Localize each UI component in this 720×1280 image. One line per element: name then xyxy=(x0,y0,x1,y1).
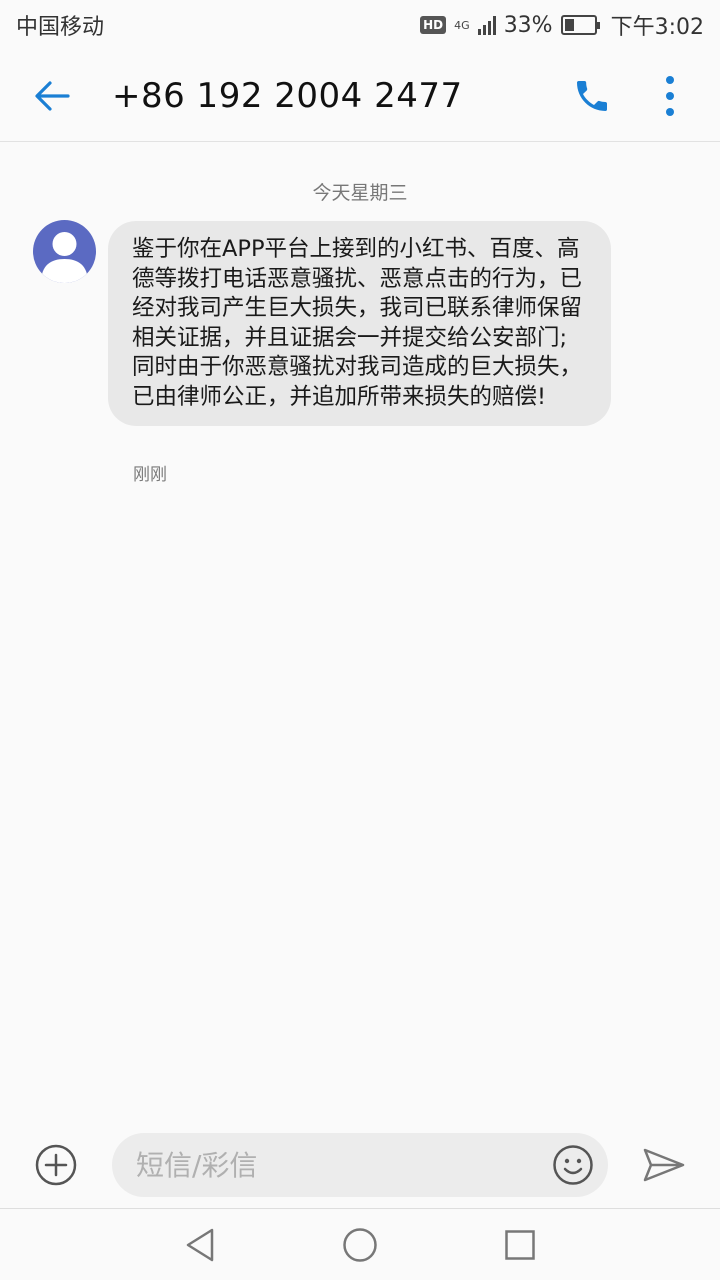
message-text: 鉴于你在APP平台上接到的小红书、百度、高德等拨打电话恶意骚扰、恶意点击的行为，… xyxy=(132,236,583,410)
triangle-back-icon xyxy=(186,1228,214,1261)
network-label: 4G xyxy=(454,19,470,32)
emoji-button[interactable] xyxy=(548,1140,598,1190)
attach-button[interactable] xyxy=(0,1122,112,1208)
send-button[interactable] xyxy=(608,1122,720,1208)
status-indicators: HD 4G 33% 下午3:02 xyxy=(420,9,704,41)
circle-home-icon xyxy=(343,1227,377,1262)
system-nav-bar xyxy=(0,1208,720,1280)
hd-badge: HD xyxy=(420,16,447,34)
nav-recents-button[interactable] xyxy=(490,1215,550,1275)
signal-icon xyxy=(477,15,496,35)
message-input-container xyxy=(112,1133,608,1197)
carrier-label: 中国移动 xyxy=(16,15,105,40)
person-icon xyxy=(41,232,88,283)
message-bubble[interactable]: 鉴于你在APP平台上接到的小红书、百度、高德等拨打电话恶意骚扰、恶意点击的行为，… xyxy=(108,221,611,426)
status-bar: 中国移动 HD 4G 33% 下午3:02 xyxy=(0,0,720,50)
phone-icon xyxy=(577,80,607,111)
more-vert-icon xyxy=(666,75,674,116)
arrow-left-icon xyxy=(35,80,70,111)
battery-icon xyxy=(560,15,600,35)
message-timestamp: 刚刚 xyxy=(133,465,167,485)
battery-percent: 33% xyxy=(503,12,553,38)
smiley-icon xyxy=(553,1145,593,1185)
nav-home-button[interactable] xyxy=(330,1215,390,1275)
nav-back-button[interactable] xyxy=(170,1215,230,1275)
more-options-button[interactable] xyxy=(642,50,698,142)
message-input[interactable] xyxy=(136,1148,548,1182)
square-recents-icon xyxy=(505,1229,535,1260)
date-divider: 今天星期三 xyxy=(312,182,408,204)
conversation-header: +86 192 2004 2477 xyxy=(0,50,720,142)
call-button[interactable] xyxy=(564,50,620,142)
contact-avatar[interactable] xyxy=(33,220,96,283)
plus-circle-icon xyxy=(35,1144,77,1186)
back-button[interactable] xyxy=(0,50,112,142)
contact-number: +86 192 2004 2477 xyxy=(112,75,463,116)
composer-bar xyxy=(0,1122,720,1208)
clock: 下午3:02 xyxy=(610,15,704,40)
send-icon xyxy=(643,1148,685,1182)
